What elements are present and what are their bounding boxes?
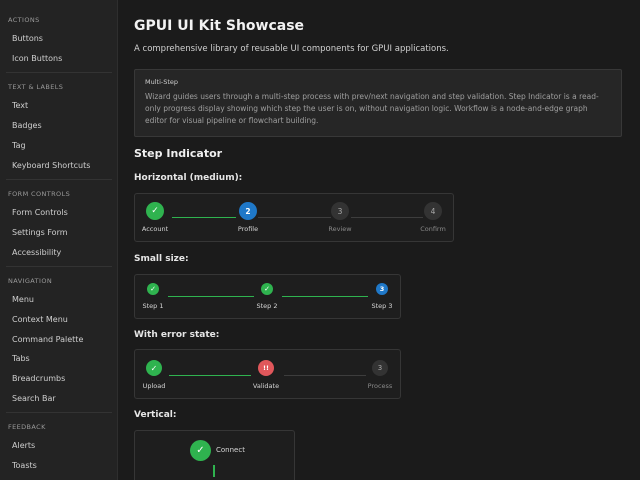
small-step-indicator: ✓ Step 1 ✓ Step 2 3 Step 3 bbox=[134, 274, 401, 319]
section-title: Step Indicator bbox=[134, 147, 223, 160]
step-connector bbox=[172, 217, 236, 218]
step-label: Account bbox=[141, 225, 169, 233]
page-title: GPUI UI Kit Showcase bbox=[134, 18, 305, 34]
sidebar-item-text[interactable]: Text bbox=[0, 101, 40, 110]
step-label: Review bbox=[328, 225, 352, 233]
step-label: Confirm bbox=[420, 225, 446, 233]
step-circle-pending: 3 bbox=[372, 360, 388, 376]
step-connector bbox=[169, 375, 251, 376]
sidebar-item-menu[interactable]: Menu bbox=[0, 295, 46, 304]
sidebar-item-form-controls[interactable]: Form Controls bbox=[0, 208, 80, 217]
sidebar-divider bbox=[6, 72, 112, 73]
step-connector bbox=[351, 217, 423, 218]
sidebar: ACTIONS Buttons Icon Buttons TEXT & LABE… bbox=[0, 0, 118, 480]
step-label: Validate bbox=[252, 382, 280, 390]
step-circle-pending: 4 bbox=[424, 202, 442, 220]
step-circle-complete: ✓ bbox=[190, 440, 211, 461]
step-connector bbox=[284, 375, 366, 376]
sidebar-item-tag[interactable]: Tag bbox=[0, 141, 38, 150]
step-circle-active: 2 bbox=[239, 202, 257, 220]
step-label: Connect bbox=[216, 446, 245, 454]
sidebar-item-toasts[interactable]: Toasts bbox=[0, 461, 49, 470]
horizontal-heading: Horizontal (medium): bbox=[134, 173, 243, 183]
vertical-step-indicator: ✓ Connect bbox=[134, 430, 295, 480]
small-heading: Small size: bbox=[134, 254, 189, 264]
sidebar-item-context-menu[interactable]: Context Menu bbox=[0, 315, 80, 324]
sidebar-item-tabs[interactable]: Tabs bbox=[0, 354, 42, 363]
sidebar-divider bbox=[6, 179, 112, 180]
step-connector bbox=[258, 217, 331, 218]
sidebar-item-accessibility[interactable]: Accessibility bbox=[0, 248, 73, 257]
sidebar-divider bbox=[6, 266, 112, 267]
vertical-connector bbox=[213, 465, 215, 477]
sidebar-item-settings-form[interactable]: Settings Form bbox=[0, 228, 80, 237]
info-title: Multi-Step bbox=[145, 78, 179, 86]
step-connector bbox=[282, 296, 368, 297]
horizontal-step-indicator: ✓ Account 2 Profile 3 Review 4 Confirm bbox=[134, 193, 454, 242]
sidebar-section-navigation: NAVIGATION bbox=[8, 277, 53, 285]
sidebar-item-command-palette[interactable]: Command Palette bbox=[0, 335, 95, 344]
step-connector bbox=[168, 296, 254, 297]
sidebar-item-alerts[interactable]: Alerts bbox=[0, 441, 47, 450]
step-label: Profile bbox=[237, 225, 259, 233]
info-text: Wizard guides users through a multi-step… bbox=[145, 92, 599, 125]
step-circle-complete: ✓ bbox=[261, 283, 273, 295]
sidebar-item-icon-buttons[interactable]: Icon Buttons bbox=[0, 54, 74, 63]
step-circle-error: !! bbox=[258, 360, 274, 376]
step-label: Step 3 bbox=[371, 302, 393, 310]
sidebar-section-form-controls: FORM CONTROLS bbox=[8, 190, 71, 198]
error-heading: With error state: bbox=[134, 330, 220, 340]
step-circle-active: 3 bbox=[376, 283, 388, 295]
step-circle-pending: 3 bbox=[331, 202, 349, 220]
info-box: Multi-Step Wizard guides users through a… bbox=[134, 69, 622, 137]
vertical-heading: Vertical: bbox=[134, 410, 177, 420]
sidebar-item-buttons[interactable]: Buttons bbox=[0, 34, 55, 43]
main-content: GPUI UI Kit Showcase A comprehensive lib… bbox=[119, 0, 640, 480]
step-label: Step 1 bbox=[142, 302, 164, 310]
page-subtitle: A comprehensive library of reusable UI c… bbox=[134, 44, 449, 54]
step-circle-complete: ✓ bbox=[147, 283, 159, 295]
step-circle-complete: ✓ bbox=[146, 360, 162, 376]
sidebar-item-search-bar[interactable]: Search Bar bbox=[0, 394, 68, 403]
sidebar-item-badges[interactable]: Badges bbox=[0, 121, 54, 130]
sidebar-section-text-labels: TEXT & LABELS bbox=[8, 83, 64, 91]
sidebar-item-keyboard-shortcuts[interactable]: Keyboard Shortcuts bbox=[0, 161, 102, 170]
step-circle-complete: ✓ bbox=[146, 202, 164, 220]
error-step-indicator: ✓ Upload !! Validate 3 Process bbox=[134, 349, 401, 399]
sidebar-item-breadcrumbs[interactable]: Breadcrumbs bbox=[0, 374, 77, 383]
sidebar-section-actions: ACTIONS bbox=[8, 16, 40, 24]
step-label: Process bbox=[367, 382, 393, 390]
sidebar-section-feedback: FEEDBACK bbox=[8, 423, 46, 431]
sidebar-divider bbox=[6, 412, 112, 413]
step-label: Upload bbox=[142, 382, 166, 390]
step-label: Step 2 bbox=[256, 302, 278, 310]
